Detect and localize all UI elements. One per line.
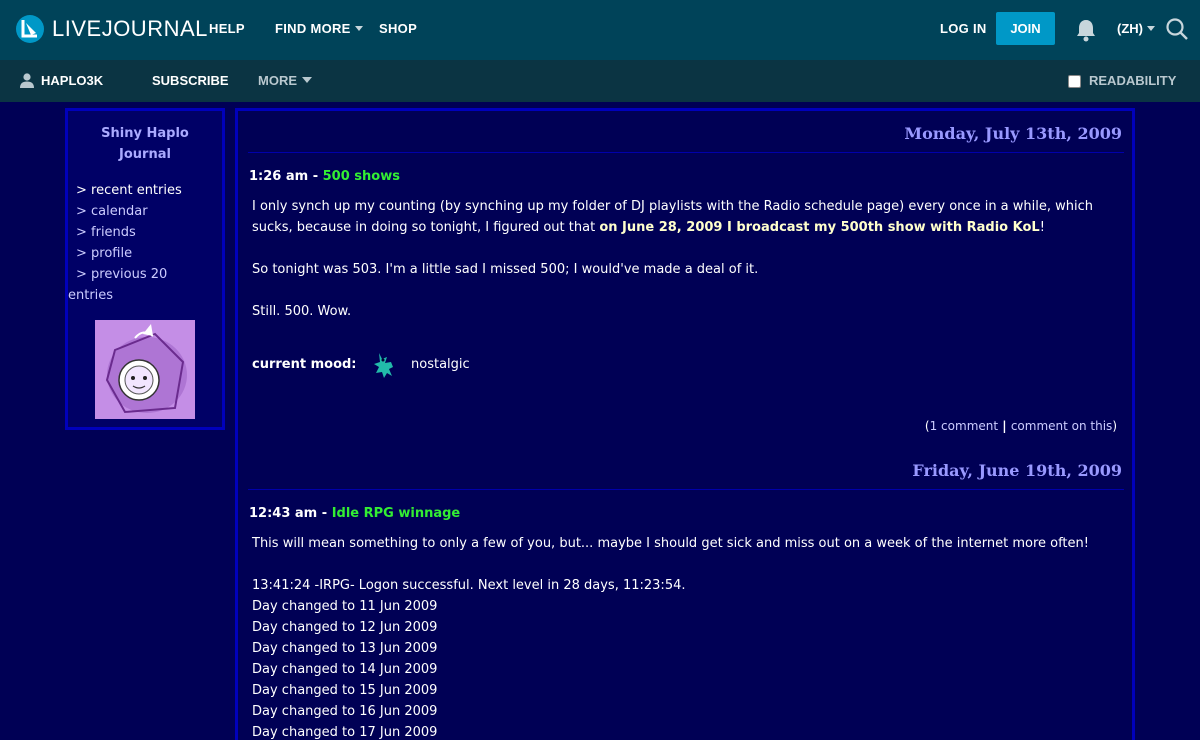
entry-text-bold: on June 28, 2009 I broadcast my 500th sh… [599,220,1040,235]
paren-close: ) [1112,419,1117,433]
bell-icon[interactable] [1075,18,1097,42]
language-selector[interactable]: (ZH) [1117,21,1155,36]
entry-separator: - [308,169,323,184]
livejournal-logo[interactable]: LIVEJOURNAL [15,14,208,44]
search-icon[interactable] [1165,17,1189,41]
irpg-log: 13:41:24 -IRPG- Logon successful. Next l… [252,575,1112,740]
entry-body: I only synch up my counting (by synching… [252,196,1112,238]
top-navigation-bar: LIVEJOURNAL HELP FIND MORE SHOP LOG IN J… [0,0,1200,60]
comment-on-this-link[interactable]: comment on this [1011,419,1112,433]
user-icon [20,73,34,88]
chevron-down-icon [1147,26,1155,31]
nav-find-more[interactable]: FIND MORE [275,21,363,36]
log-line: Day changed to 14 Jun 2009 [252,662,438,677]
comment-links: (1 comment | comment on this) [925,419,1117,433]
readability-checkbox[interactable] [1068,75,1081,88]
sidebar-item-profile[interactable]: > profile [76,243,221,264]
nav-find-more-label: FIND MORE [275,21,351,36]
entry-date-header: Friday, June 19th, 2009 [912,461,1122,480]
brand-name: LIVEJOURNAL [52,16,208,41]
entry-time: 12:43 am [249,506,318,521]
journal-sidebar: Shiny Haplo Journal > recent entries > c… [65,108,225,430]
entry-header: 1:26 am - 500 shows [249,169,400,184]
readability-label[interactable]: READABILITY [1089,73,1176,88]
login-link[interactable]: LOG IN [940,21,987,36]
entry-text-end: ! [1039,220,1045,235]
mood-icon [374,353,393,378]
sidebar-item-recent-entries[interactable]: > recent entries [76,180,221,201]
entry-text: sucks, because in doing so tonight, I fi… [252,217,1112,238]
entry-header: 12:43 am - Idle RPG winnage [249,506,460,521]
sidebar-item-previous-20[interactable]: > previous 20 [76,264,221,285]
chevron-down-icon [354,26,363,31]
entry-time: 1:26 am [249,169,309,184]
comment-count-link[interactable]: 1 comment [930,419,998,433]
journal-username[interactable]: HAPLO3K [41,73,103,88]
sidebar-links: > recent entries > calendar > friends > … [68,180,221,306]
divider [248,152,1124,153]
log-line: Day changed to 13 Jun 2009 [252,641,438,656]
entry-subject-link[interactable]: 500 shows [323,169,400,184]
more-label: MORE [258,73,297,88]
log-line: Day changed to 15 Jun 2009 [252,683,438,698]
join-button[interactable]: JOIN [996,12,1055,45]
sidebar-item-calendar[interactable]: > calendar [76,201,221,222]
log-line: Day changed to 16 Jun 2009 [252,704,438,719]
entry-text: I only synch up my counting (by synching… [252,199,1094,214]
nav-shop[interactable]: SHOP [379,21,417,36]
entry-text-plain: sucks, because in doing so tonight, I fi… [252,220,600,235]
entry-date-header: Monday, July 13th, 2009 [904,124,1122,143]
divider [248,489,1124,490]
log-line: Day changed to 11 Jun 2009 [252,599,438,614]
log-line: Day changed to 12 Jun 2009 [252,620,438,635]
journal-entries: Monday, July 13th, 2009 1:26 am - 500 sh… [235,108,1135,740]
current-mood-value: nostalgic [411,357,470,372]
avatar[interactable] [95,320,195,419]
current-mood-label: current mood: [252,357,357,372]
entry-text: This will mean something to only a few o… [252,536,1089,551]
entry-subject-link[interactable]: Idle RPG winnage [332,506,461,521]
journal-title-line: Shiny Haplo [101,126,189,141]
more-menu[interactable]: MORE [258,73,312,88]
livejournal-logo-icon [16,15,44,43]
entry-text: So tonight was 503. I'm a little sad I m… [252,262,759,277]
journal-title-line: Journal [119,147,171,162]
entry-text: Still. 500. Wow. [252,304,352,319]
log-line: Day changed to 17 Jun 2009 [252,725,438,740]
comment-sep: | [998,419,1011,433]
nav-help[interactable]: HELP [209,21,245,36]
sidebar-item-previous-20-cont[interactable]: entries [68,285,221,306]
chevron-down-icon [302,77,312,83]
journal-title: Shiny Haplo Journal [68,123,222,165]
sidebar-item-friends[interactable]: > friends [76,222,221,243]
subscribe-button[interactable]: SUBSCRIBE [152,73,229,88]
entry-separator: - [317,506,332,521]
language-label: (ZH) [1117,21,1143,36]
log-line: 13:41:24 -IRPG- Logon successful. Next l… [252,578,686,593]
